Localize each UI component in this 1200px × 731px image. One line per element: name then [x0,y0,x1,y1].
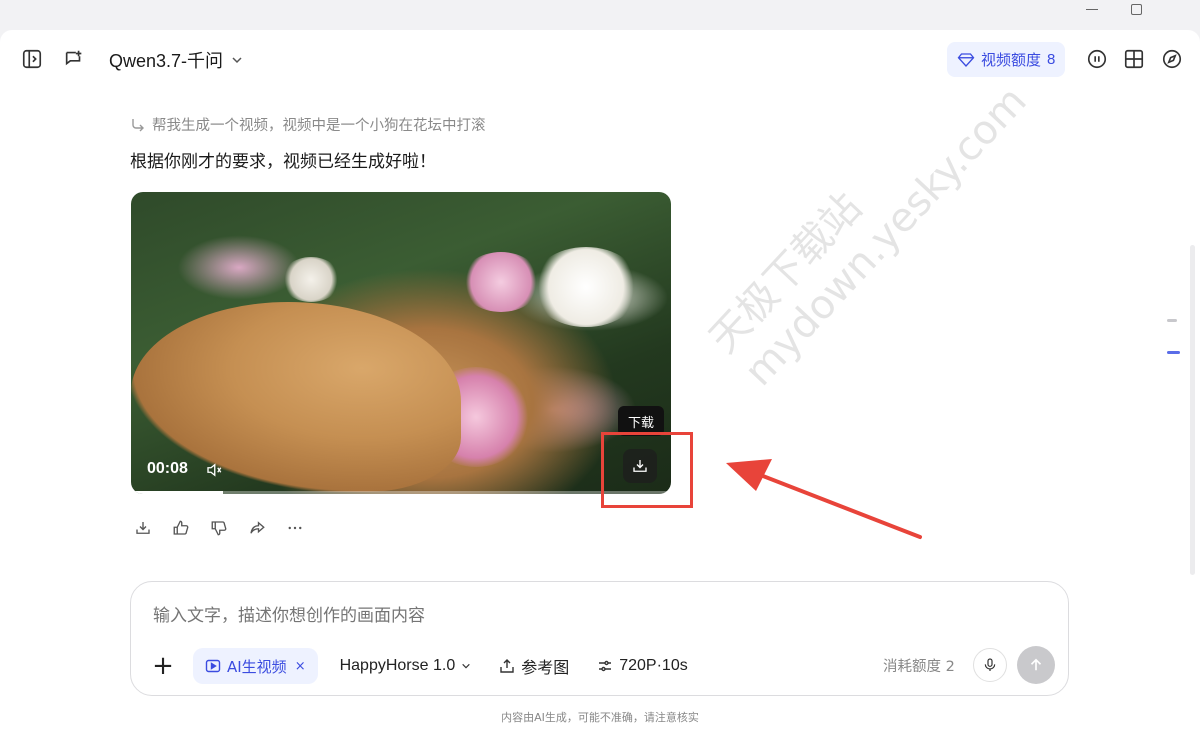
upload-icon [500,659,514,673]
sliders-icon [599,660,612,672]
flower [281,257,341,302]
message-marker[interactable] [1167,319,1177,322]
annotation-highlight-box [601,432,693,508]
ai-video-mode-chip[interactable]: AI生视频 × [193,648,318,684]
more-button[interactable] [285,518,305,538]
quota-count: 8 [1047,51,1056,68]
reply-arrow-icon [132,118,144,131]
minimize-button[interactable] [1077,0,1107,18]
flower [461,252,541,312]
ai-disclaimer: 内容由AI生成，可能不准确，请注意核实 [501,711,699,724]
layout-icon[interactable] [1123,48,1145,70]
model-name: Qwen3.7-千问 [109,51,224,71]
video-progress-fill [131,491,223,494]
maximize-icon [1130,3,1142,15]
resolution-settings-button[interactable]: 720P·10s [597,657,688,675]
minimize-icon [1086,8,1098,10]
compass-icon[interactable] [1161,48,1183,70]
reference-image-label: 参考图 [521,660,570,677]
send-button[interactable] [1017,646,1055,684]
more-icon [288,526,302,530]
download-action-button[interactable] [133,518,153,538]
add-button[interactable]: + [151,651,175,681]
video-progress-bar[interactable] [131,491,671,494]
model-select-label: HappyHorse 1.0 [339,657,456,674]
microphone-icon [984,658,996,671]
diamond-icon [957,52,975,67]
video-player[interactable]: 00:08 [131,192,671,494]
user-prompt-text: 帮我生成一个视频，视频中是一个小狗在花坛中打滚 [152,118,486,134]
plus-icon: + [152,651,174,681]
history-icon[interactable] [1086,48,1108,70]
quota-label: 视频额度 [981,52,1042,69]
maximize-button[interactable] [1121,0,1151,18]
message-actions [133,518,305,538]
dislike-button[interactable] [209,518,229,538]
scrollbar[interactable] [1190,245,1195,575]
video-quota-badge[interactable]: 视频额度 8 [947,42,1066,77]
share-icon [250,521,265,534]
ai-video-mode-label: AI生视频 [227,657,287,676]
chevron-down-icon [232,57,242,64]
resolution-label: 720P·10s [619,657,688,674]
download-icon [136,522,150,534]
video-play-icon [205,659,221,673]
chip-close-icon[interactable]: × [295,659,306,674]
composer-toolbar: + AI生视频 × HappyHorse 1.0 参考图 720P·10s [151,648,716,684]
composer: + AI生视频 × HappyHorse 1.0 参考图 720P·10s 消耗… [130,581,1069,696]
voice-input-button[interactable] [973,648,1007,682]
arrow-up-icon [1030,658,1042,671]
video-time: 00:08 [147,460,188,477]
assistant-reply: 根据你刚才的要求，视频已经生成好啦！ [130,152,436,172]
chevron-down-icon [462,663,470,669]
thumbs-up-icon [173,520,189,535]
sidebar-toggle-icon[interactable] [21,48,43,70]
share-button[interactable] [247,518,267,538]
model-selector[interactable]: Qwen3.7-千问 [109,47,243,73]
annotation-arrow [726,459,922,539]
reference-image-button[interactable]: 参考图 [499,654,569,678]
mute-icon[interactable] [205,461,223,479]
quoted-user-prompt: 帮我生成一个视频，视频中是一个小狗在花坛中打滚 [130,114,486,135]
message-marker-active[interactable] [1167,351,1180,354]
model-select[interactable]: HappyHorse 1.0 [340,657,472,675]
new-chat-icon[interactable] [63,48,85,70]
cost-label: 消耗额度 2 [883,659,955,675]
flower [531,247,641,327]
like-button[interactable] [171,518,191,538]
thumbs-down-icon [211,521,227,536]
prompt-input[interactable] [153,606,853,626]
